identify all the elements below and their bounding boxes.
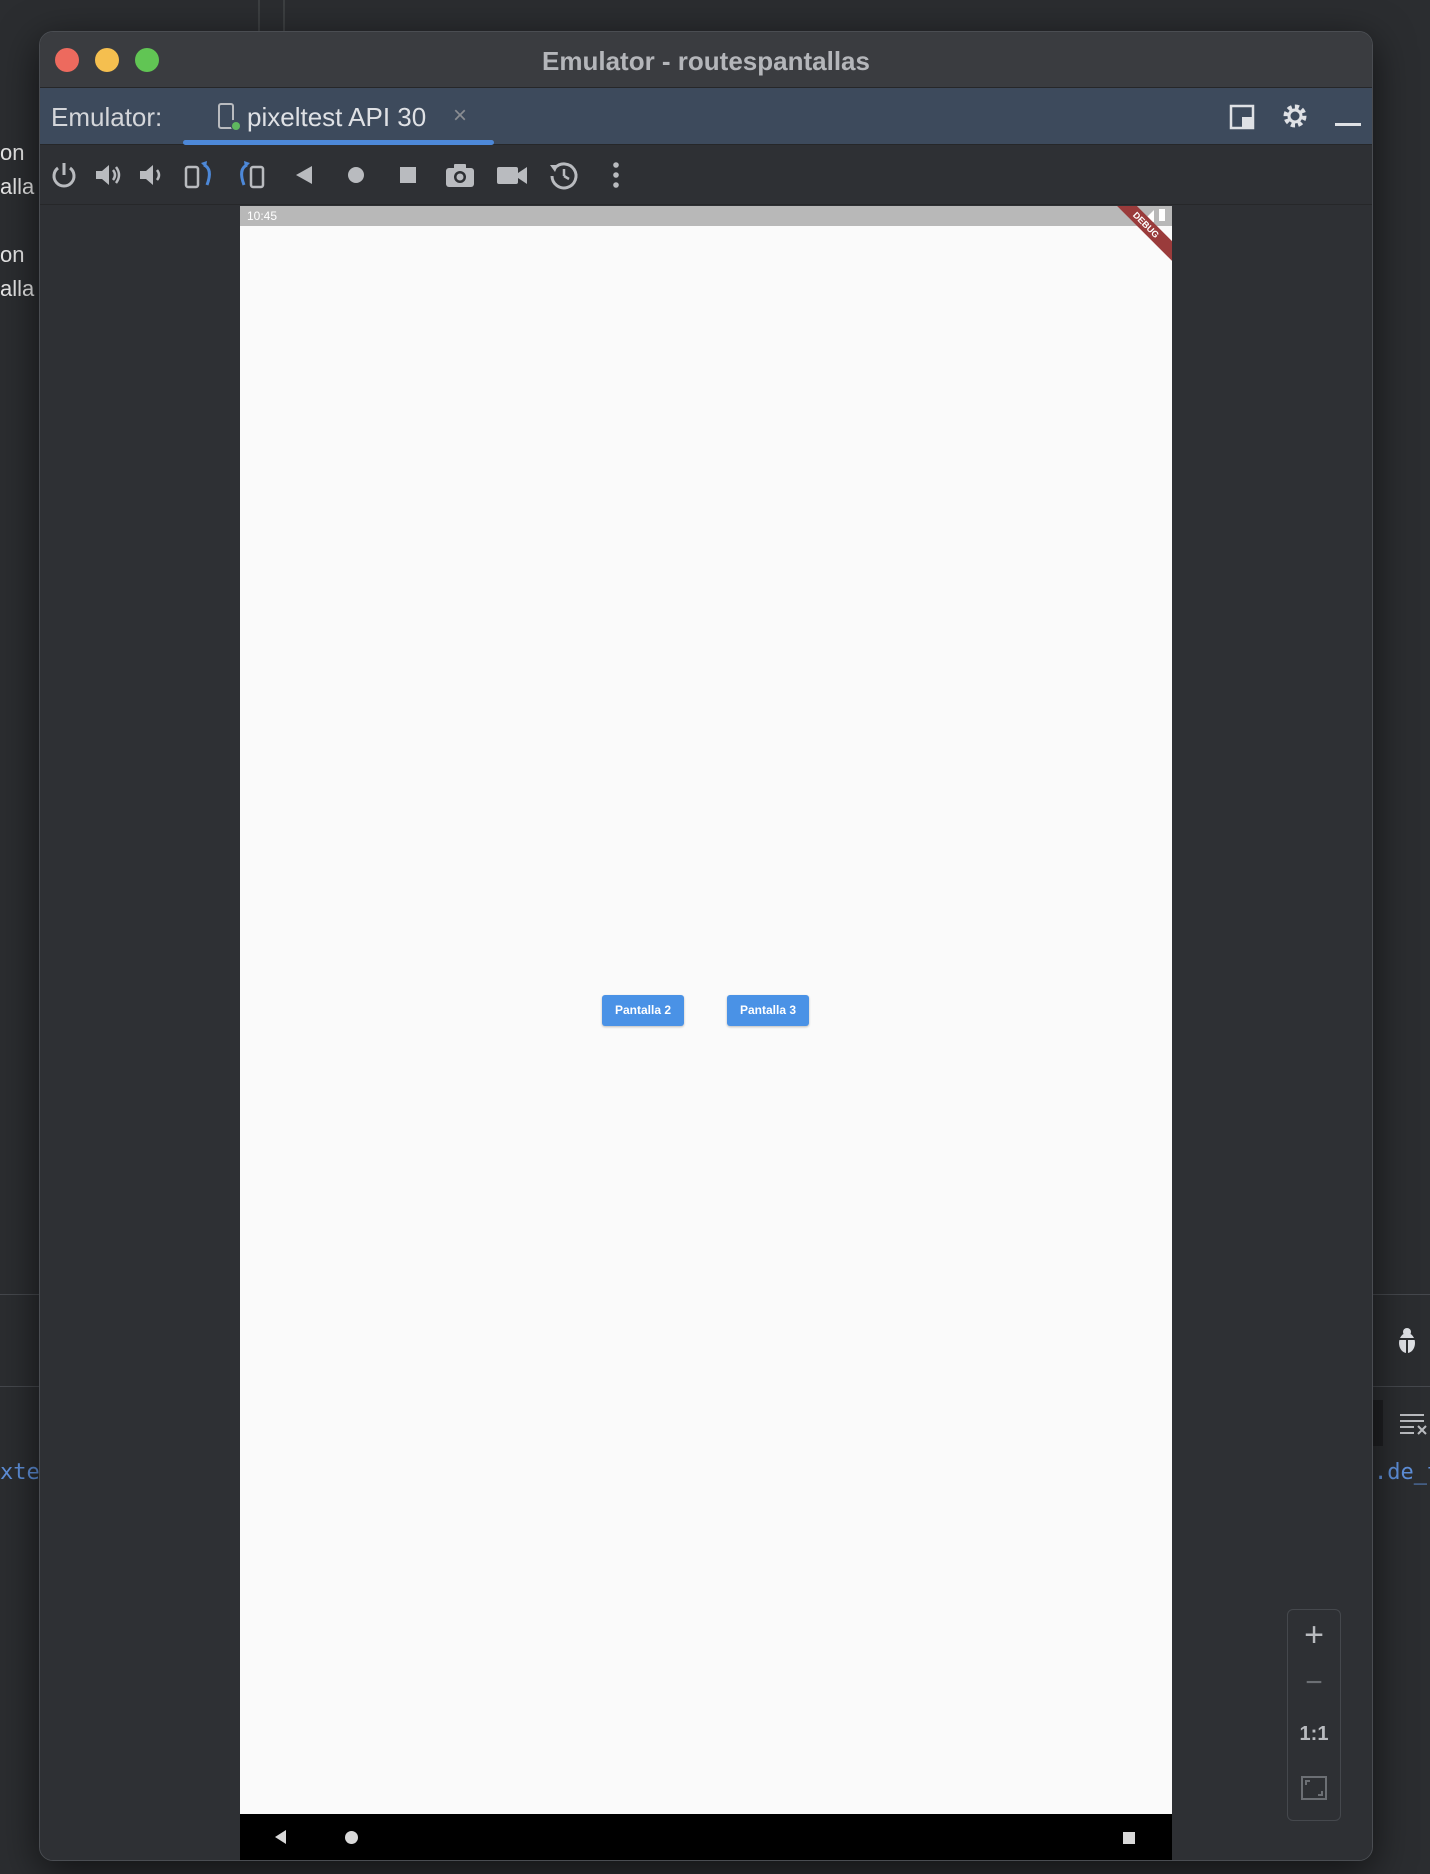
ide-text-fragment: alla xyxy=(0,174,35,199)
window-title: Emulator - routespantallas xyxy=(542,46,870,76)
ide-divider xyxy=(258,0,260,31)
zoom-actual-size-button[interactable]: 1:1 xyxy=(1288,1723,1340,1746)
device-display-area: 10:45 DEBUG Pantalla 2 Pantalla 3 xyxy=(40,206,1372,1860)
tab-label: pixeltest API 30 xyxy=(247,102,427,132)
minimize-panel-icon[interactable] xyxy=(1335,114,1361,132)
settings-gear-icon[interactable] xyxy=(1281,102,1309,135)
screenshot-icon[interactable] xyxy=(444,159,476,191)
ide-input-box[interactable] xyxy=(1373,1400,1383,1446)
nav-home-icon[interactable] xyxy=(345,1831,358,1844)
power-icon[interactable] xyxy=(48,159,80,191)
screen-record-icon[interactable] xyxy=(496,159,528,191)
ide-code-fragment: .de_t xyxy=(1374,1460,1430,1485)
tab-pixeltest[interactable]: pixeltest API 30 × xyxy=(183,88,494,145)
overview-icon[interactable] xyxy=(392,159,424,191)
fit-screen-icon[interactable] xyxy=(1288,1776,1340,1805)
rotate-right-icon[interactable] xyxy=(236,159,268,191)
android-nav-bar xyxy=(240,1814,1172,1860)
nav-back-icon[interactable] xyxy=(275,1830,286,1844)
volume-up-icon[interactable] xyxy=(92,159,124,191)
back-icon[interactable] xyxy=(288,159,320,191)
title-bar[interactable]: Emulator - routespantallas xyxy=(40,32,1372,88)
emulator-window: Emulator - routespantallas Emulator: pix… xyxy=(39,31,1373,1861)
pantalla-3-button[interactable]: Pantalla 3 xyxy=(727,995,809,1026)
phone-screen[interactable]: 10:45 DEBUG Pantalla 2 Pantalla 3 xyxy=(240,206,1172,1860)
snapshot-icon[interactable] xyxy=(548,159,580,191)
tabbar-label: Emulator: xyxy=(51,102,163,132)
zoom-in-button[interactable]: + xyxy=(1288,1616,1340,1655)
device-icon xyxy=(217,102,243,132)
home-icon[interactable] xyxy=(340,159,372,191)
ide-text-fragment: on xyxy=(0,140,25,165)
more-icon[interactable] xyxy=(600,159,632,191)
rotate-left-icon[interactable] xyxy=(183,159,215,191)
bug-icon[interactable] xyxy=(1395,1327,1419,1355)
nav-recents-icon[interactable] xyxy=(1123,1832,1135,1844)
battery-icon xyxy=(1158,208,1166,227)
close-tab-icon[interactable]: × xyxy=(453,102,467,130)
status-time: 10:45 xyxy=(247,209,278,223)
layout-toggle-icon[interactable] xyxy=(1229,104,1255,135)
emulator-toolbar xyxy=(40,145,1372,205)
pantalla-2-button[interactable]: Pantalla 2 xyxy=(602,995,684,1026)
ide-divider xyxy=(283,0,285,31)
volume-down-icon[interactable] xyxy=(136,159,168,191)
zoom-controls: + − 1:1 xyxy=(1287,1609,1341,1821)
soft-wrap-icon[interactable] xyxy=(1398,1410,1428,1436)
status-bar: 10:45 xyxy=(240,206,1172,226)
ide-code-fragment: xte xyxy=(0,1460,40,1485)
ide-text-fragment: alla xyxy=(0,276,35,301)
zoom-out-button[interactable]: − xyxy=(1288,1666,1340,1700)
emulator-tab-bar: Emulator: pixeltest API 30 × xyxy=(40,88,1372,145)
ide-text-fragment: on xyxy=(0,242,25,267)
